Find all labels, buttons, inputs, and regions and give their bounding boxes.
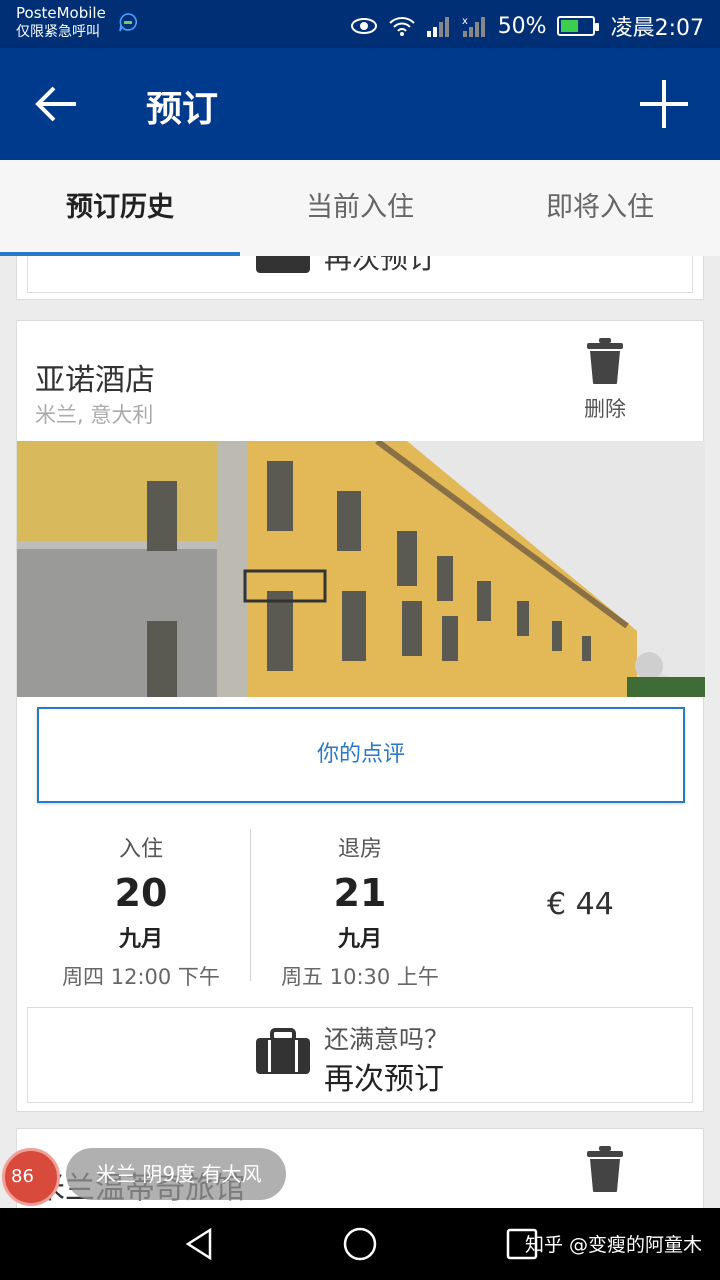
tab-upcoming-stay[interactable]: 即将入住 — [480, 160, 720, 256]
battery-icon — [556, 16, 599, 36]
suitcase-icon — [256, 256, 310, 273]
stay-divider — [250, 829, 251, 981]
checkin-block: 入住 20 九月 周四 12:00 下午 — [41, 831, 241, 991]
checkout-block: 退房 21 九月 周五 10:30 上午 — [260, 831, 460, 991]
rebook-button-previous[interactable]: 再次预订 — [27, 256, 693, 293]
booking-list: 再次预订 亚诺酒店 米兰, 意大利 删除 你的点评 入住 20 九月 周四 12… — [0, 256, 720, 1208]
plus-icon[interactable] — [636, 76, 692, 132]
stay-details: 入住 20 九月 周四 12:00 下午 退房 21 九月 周五 10:30 上… — [17, 821, 705, 991]
booking-card: 亚诺酒店 米兰, 意大利 删除 你的点评 入住 20 九月 周四 12:00 下… — [16, 320, 705, 1112]
carrier-name: PosteMobile — [16, 4, 106, 22]
delete-label: 删除 — [584, 397, 626, 421]
trash-icon — [587, 1146, 623, 1192]
delete-button-next[interactable] — [575, 1145, 635, 1197]
checkin-time: 周四 12:00 下午 — [62, 965, 220, 989]
delete-button[interactable]: 删除 — [575, 337, 635, 423]
status-bar: PosteMobile 仅限紧急呼叫 x 50% 凌晨2:07 — [0, 0, 720, 48]
weather-widget[interactable]: 米兰 阴9度 有大风 — [66, 1148, 286, 1200]
nav-back-icon[interactable] — [182, 1226, 218, 1262]
checkin-day: 20 — [114, 871, 168, 915]
checkout-month: 九月 — [337, 927, 382, 952]
checkin-month: 九月 — [118, 927, 163, 952]
tab-bar: 预订历史 当前入住 即将入住 — [0, 160, 720, 256]
page-title: 预订 — [146, 89, 219, 130]
system-nav-bar: 知乎 @变瘦的阿童木 — [0, 1208, 720, 1280]
hotel-photo — [17, 441, 705, 697]
booking-price: € 44 — [547, 887, 614, 922]
checkout-day: 21 — [333, 871, 387, 915]
carrier-sub: 仅限紧急呼叫 — [16, 24, 100, 40]
eye-icon — [350, 18, 377, 34]
arrow-left-icon[interactable] — [30, 82, 82, 126]
signal-x-icon: x — [462, 16, 485, 37]
rebook-label-previous: 再次预订 — [324, 256, 437, 275]
nav-home-icon[interactable] — [342, 1226, 378, 1262]
checkout-header: 退房 — [337, 837, 382, 862]
clock: 凌晨2:07 — [610, 16, 704, 41]
checkin-header: 入住 — [118, 837, 163, 862]
battery-percent: 50% — [497, 13, 547, 39]
watermark: 知乎 @变瘦的阿童木 — [524, 1234, 702, 1256]
trash-icon — [587, 338, 623, 384]
rebook-question: 还满意吗？ — [324, 1025, 450, 1054]
booking-card-previous: 再次预订 — [16, 256, 704, 300]
svg-text:x: x — [462, 16, 468, 27]
tab-current-stay[interactable]: 当前入住 — [240, 160, 480, 256]
weather-badge[interactable]: 86 — [2, 1148, 60, 1206]
suitcase-icon — [256, 1028, 310, 1074]
rebook-label: 再次预订 — [324, 1062, 444, 1097]
review-button[interactable]: 你的点评 — [37, 707, 685, 803]
chat-notification-icon — [119, 13, 137, 32]
wifi-icon — [388, 17, 415, 36]
hotel-name[interactable]: 亚诺酒店 — [35, 355, 155, 399]
tab-booking-history[interactable]: 预订历史 — [0, 160, 240, 256]
app-bar: 预订 — [0, 48, 720, 160]
checkout-time: 周五 10:30 上午 — [281, 965, 439, 989]
rebook-button[interactable]: 还满意吗？ 再次预订 — [27, 1007, 693, 1103]
hotel-location: 米兰, 意大利 — [35, 403, 154, 427]
carrier-info: PosteMobile 仅限紧急呼叫 — [16, 4, 106, 42]
signal-icon — [426, 17, 449, 37]
